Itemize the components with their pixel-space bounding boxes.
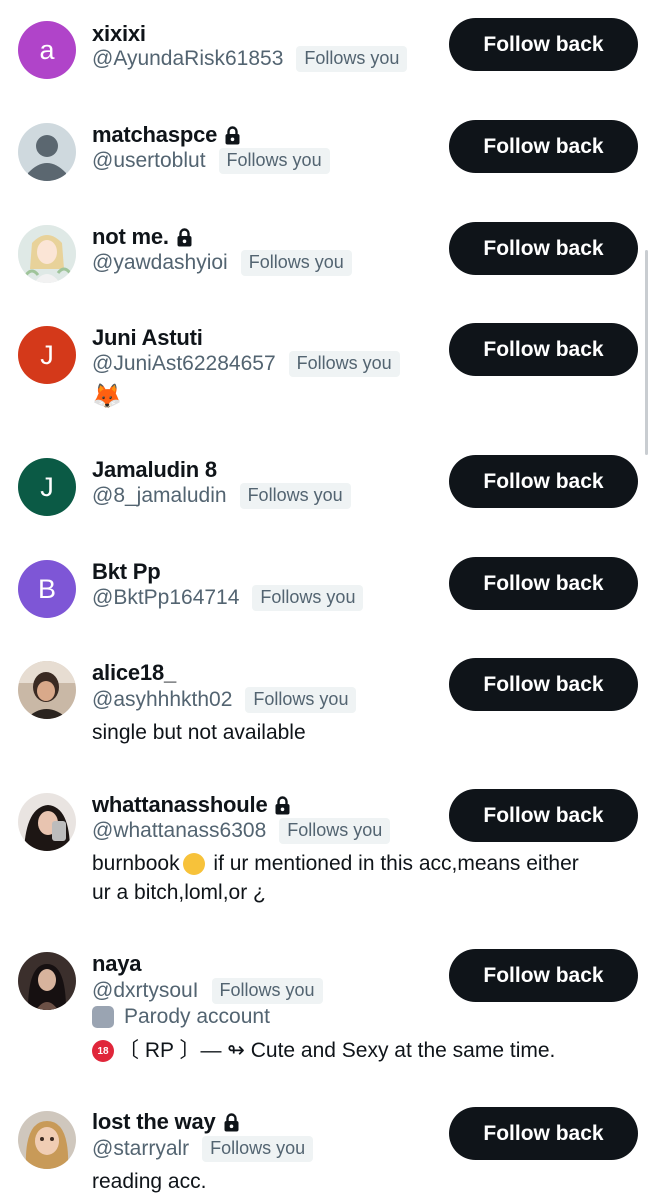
follows-you-badge: Follows you bbox=[202, 1136, 314, 1162]
user-bio: 🦊 bbox=[92, 383, 122, 410]
user-handle[interactable]: @AyundaRisk61853 bbox=[92, 47, 283, 71]
display-name[interactable]: lost the way bbox=[92, 1109, 239, 1135]
no-under-18-icon: 18 bbox=[92, 1040, 114, 1063]
lock-icon bbox=[177, 227, 192, 246]
avatar[interactable]: B bbox=[18, 560, 76, 618]
display-name[interactable]: Jamaludin 8 bbox=[92, 457, 217, 483]
user-bio: burnbook if ur mentioned in this acc,mea… bbox=[92, 852, 579, 904]
follow-back-button[interactable]: Follow back bbox=[449, 222, 638, 275]
follow-back-button[interactable]: Follow back bbox=[449, 949, 638, 1002]
avatar[interactable]: a bbox=[18, 21, 76, 79]
avatar[interactable] bbox=[18, 123, 76, 181]
parody-label: Parody account bbox=[92, 1005, 270, 1029]
display-name[interactable]: xixixi bbox=[92, 21, 146, 47]
follow-back-button[interactable]: Follow back bbox=[449, 323, 638, 376]
user-bio: reading acc. bbox=[92, 1170, 207, 1193]
photo-avatar-image bbox=[18, 661, 76, 719]
follow-back-button[interactable]: Follow back bbox=[449, 120, 638, 173]
follows-you-badge: Follows you bbox=[279, 818, 391, 844]
follows-you-badge: Follows you bbox=[252, 585, 364, 611]
follows-you-badge: Follows you bbox=[218, 148, 330, 174]
follows-you-badge: Follows you bbox=[288, 351, 400, 377]
avatar[interactable]: J bbox=[18, 326, 76, 384]
user-handle[interactable]: @BktPp164714 bbox=[92, 586, 239, 610]
user-handle[interactable]: @JuniAst62284657 bbox=[92, 352, 276, 376]
display-name[interactable]: whattanasshoule bbox=[92, 792, 290, 818]
follows-you-badge: Follows you bbox=[211, 978, 323, 1004]
follows-you-badge: Follows you bbox=[296, 46, 408, 72]
follows-you-badge: Follows you bbox=[240, 250, 352, 276]
display-name[interactable]: not me. bbox=[92, 224, 192, 250]
user-handle[interactable]: @yawdashyioi bbox=[92, 251, 228, 275]
display-name[interactable]: Juni Astuti bbox=[92, 325, 203, 351]
display-name[interactable]: Bkt Pp bbox=[92, 559, 161, 585]
user-bio: 18 〔 RP 〕— ↬ Cute and Sexy at the same ti… bbox=[92, 1036, 637, 1065]
avatar[interactable] bbox=[18, 952, 76, 1010]
user-handle[interactable]: @asyhhhkth02 bbox=[92, 688, 232, 712]
display-name[interactable]: matchaspce bbox=[92, 122, 240, 148]
follow-back-button[interactable]: Follow back bbox=[449, 18, 638, 71]
lock-icon bbox=[275, 795, 290, 814]
follows-you-badge: Follows you bbox=[239, 483, 351, 509]
theater-mask-icon bbox=[92, 1006, 114, 1028]
lock-icon bbox=[224, 1112, 239, 1131]
follows-you-badge: Follows you bbox=[245, 687, 357, 713]
user-handle[interactable]: @8_jamaludin bbox=[92, 484, 227, 508]
default-avatar-icon bbox=[28, 135, 66, 181]
display-name[interactable]: alice18_ bbox=[92, 660, 176, 686]
follow-back-button[interactable]: Follow back bbox=[449, 789, 638, 842]
avatar[interactable] bbox=[18, 661, 76, 719]
photo-avatar-image bbox=[18, 952, 76, 1010]
avatar[interactable]: J bbox=[18, 458, 76, 516]
user-bio: single but not available bbox=[92, 721, 306, 744]
follow-back-button[interactable]: Follow back bbox=[449, 658, 638, 711]
tongue-face-emoji-icon bbox=[182, 853, 205, 876]
follow-back-button[interactable]: Follow back bbox=[449, 1107, 638, 1160]
user-handle[interactable]: @whattanass6308 bbox=[92, 819, 266, 843]
photo-avatar-image bbox=[18, 1111, 76, 1169]
user-handle[interactable]: @usertoblut bbox=[92, 149, 206, 173]
display-name[interactable]: naya bbox=[92, 951, 142, 977]
follow-back-button[interactable]: Follow back bbox=[449, 455, 638, 508]
avatar[interactable] bbox=[18, 1111, 76, 1169]
avatar[interactable] bbox=[18, 225, 76, 283]
photo-avatar-image bbox=[18, 793, 76, 851]
scrollbar[interactable] bbox=[645, 250, 648, 455]
follow-back-button[interactable]: Follow back bbox=[449, 557, 638, 610]
avatar[interactable] bbox=[18, 793, 76, 851]
drawing-avatar-image bbox=[18, 225, 76, 283]
user-handle[interactable]: @starryalr bbox=[92, 1137, 189, 1161]
user-handle[interactable]: @dxrtysouI bbox=[92, 979, 199, 1003]
lock-icon bbox=[225, 125, 240, 144]
